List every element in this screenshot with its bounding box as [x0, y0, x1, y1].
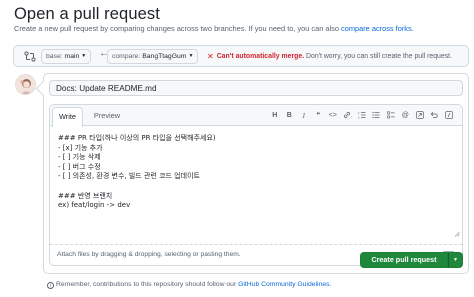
markdown-toolbar: H B I ❝ <> 12 @ [268, 111, 457, 121]
body-line [58, 182, 454, 192]
mention-icon[interactable]: @ [398, 111, 413, 121]
create-pull-request-button[interactable]: Create pull request [360, 252, 448, 268]
svg-text:2: 2 [358, 115, 360, 119]
editor-tab-bar: Write Preview H B I ❝ <> 12 @ [50, 105, 462, 127]
subtitle-text: Create a new pull request by comparing c… [14, 24, 342, 33]
merge-status: ✕ Can't automatically merge. Don't worry,… [207, 52, 452, 61]
compare-branch-select[interactable]: compare: BangTtagGum ▼ [107, 49, 199, 64]
avatar[interactable] [15, 74, 36, 95]
comment-editor: Write Preview H B I ❝ <> 12 @ ### PR 타입(… [49, 104, 463, 266]
base-branch-select[interactable]: base: main ▼ [41, 49, 92, 64]
base-prefix: base: [46, 53, 63, 60]
ordered-list-icon[interactable]: 12 [355, 111, 370, 121]
chevron-down-icon: ▼ [81, 53, 87, 59]
link-icon[interactable] [340, 111, 355, 121]
attach-files-text: Attach files by dragging & dropping, sel… [57, 251, 241, 258]
chevron-down-icon: ▼ [188, 53, 194, 59]
tab-write[interactable]: Write [52, 107, 83, 127]
info-icon: i [47, 282, 54, 289]
merge-status-message: Don't worry, you can still create the pu… [304, 53, 452, 60]
pull-request-form: Write Preview H B I ❝ <> 12 @ ### PR 타입(… [43, 73, 469, 274]
resize-handle-icon[interactable] [454, 231, 460, 237]
task-list-icon[interactable] [384, 111, 399, 121]
create-options-dropdown[interactable]: ▼ [448, 252, 463, 268]
community-guidelines-link[interactable]: GitHub Community Guidelines [238, 281, 329, 288]
body-line: - [x] 기능 추가 [58, 143, 103, 152]
comment-body-textarea[interactable]: ### PR 타입(하나 이상의 PR 타입을 선택해주세요) - [x] 기능 … [50, 127, 462, 243]
x-icon: ✕ [207, 52, 214, 61]
chevron-down-icon: ▼ [453, 257, 458, 263]
unordered-list-icon[interactable] [369, 111, 384, 121]
merge-status-warning: Can't automatically merge. [216, 53, 305, 60]
reference-icon[interactable] [413, 111, 428, 121]
git-compare-icon [24, 51, 36, 62]
page-title: Open a pull request [14, 5, 160, 23]
body-line: - [ ] 의존성, 환경 변수, 빌드 관련 코드 업데이트 [58, 172, 200, 181]
contribution-note-period: . [329, 281, 332, 288]
body-line: ex) feat/login -> dev [58, 201, 131, 210]
compare-across-forks-link[interactable]: compare across forks [341, 24, 412, 33]
body-line: - [ ] 기능 삭제 [58, 153, 101, 162]
tab-preview[interactable]: Preview [92, 105, 122, 126]
heading-icon[interactable]: H [268, 111, 283, 121]
body-line: ### 반영 브랜치 [58, 191, 113, 200]
body-line: - [ ] 버그 수정 [58, 162, 101, 171]
body-line: ### PR 타입(하나 이상의 PR 타입을 선택해주세요) [58, 134, 216, 142]
contribution-note: i Remember, contributions to this reposit… [47, 281, 331, 289]
page-subtitle: Create a new pull request by comparing c… [14, 24, 414, 33]
compare-prefix: compare: [112, 53, 141, 60]
slash-icon[interactable] [442, 111, 457, 121]
italic-icon[interactable]: I [297, 111, 312, 121]
compare-branch-name: BangTtagGum [142, 53, 187, 60]
quote-icon[interactable]: ❝ [311, 111, 326, 121]
bold-icon[interactable]: B [282, 111, 297, 121]
avatar-image [16, 75, 35, 94]
title-input[interactable] [49, 80, 463, 96]
code-icon[interactable]: <> [326, 111, 341, 121]
contribution-note-text: Remember, contributions to this reposito… [56, 281, 239, 288]
branch-compare-bar: base: main ▼ ← compare: BangTtagGum ▼ ✕ Can… [13, 45, 469, 67]
base-branch-name: main [64, 53, 80, 60]
undo-icon[interactable] [427, 111, 442, 121]
subtitle-period: . [411, 24, 414, 33]
